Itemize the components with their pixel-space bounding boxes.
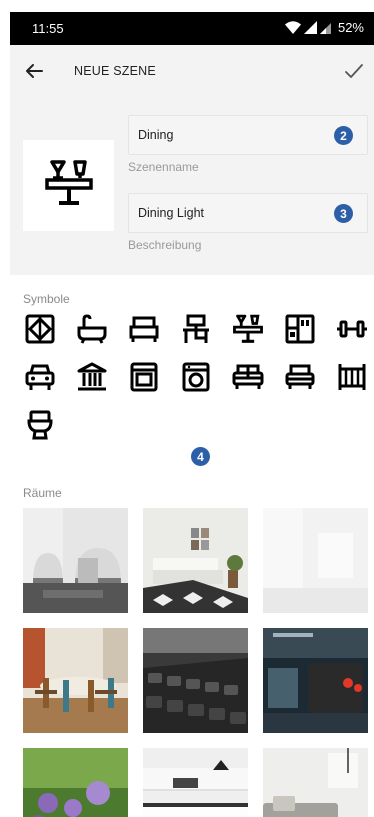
- symbol-kitchen-window[interactable]: [23, 314, 57, 348]
- room-image-hallway-arches[interactable]: [23, 508, 128, 613]
- sofa-icon: [232, 361, 264, 398]
- annotation-badge-4: 4: [191, 447, 210, 466]
- scene-header: Dining 2 Szenenname Dining Light 3 Besch…: [10, 97, 374, 275]
- room-image-garage-car[interactable]: [263, 628, 368, 733]
- toilet-icon: [24, 409, 56, 446]
- symbol-bathtub[interactable]: [75, 313, 109, 350]
- symbol-bed[interactable]: [127, 314, 161, 348]
- annotation-badge-2: 2: [334, 126, 353, 145]
- room-image-kitchen-white[interactable]: [143, 748, 248, 817]
- fridge-icon: [284, 313, 316, 350]
- confirm-button[interactable]: [342, 59, 366, 83]
- room-image-dining-room[interactable]: [23, 628, 128, 733]
- oven-icon: [128, 361, 160, 398]
- symbol-crib[interactable]: [335, 362, 369, 396]
- annotation-badge-3: 3: [334, 204, 353, 223]
- signal-icon: [303, 21, 317, 34]
- status-time: 11:55: [32, 21, 64, 36]
- bathtub-icon: [76, 313, 108, 350]
- building-icon: [76, 361, 108, 398]
- dining-table-icon: [232, 313, 264, 350]
- armchair-icon: [284, 361, 316, 398]
- symbol-washing-machine[interactable]: [179, 362, 213, 396]
- kitchen-window-icon: [24, 313, 56, 350]
- battery-level: 52%: [337, 20, 364, 35]
- room-image-bedroom-rug[interactable]: [143, 508, 248, 613]
- symbol-oven[interactable]: [127, 362, 161, 396]
- crib-icon: [336, 361, 368, 398]
- signal-secondary-icon: [319, 21, 331, 34]
- arrow-left-icon: [22, 64, 46, 87]
- symbol-dumbbell[interactable]: [335, 314, 369, 348]
- app-bar: NEUE SZENE: [10, 45, 374, 97]
- dining-table-icon: [43, 158, 95, 213]
- status-bar: 11:55 52%: [10, 12, 374, 45]
- symbol-sofa[interactable]: [231, 362, 265, 396]
- room-image-white-room[interactable]: [263, 508, 368, 613]
- bed-icon: [128, 313, 160, 350]
- symbol-toilet[interactable]: [23, 410, 57, 444]
- room-image-garden-flowers[interactable]: [23, 748, 128, 817]
- room-image-living-room-sofa[interactable]: [263, 748, 368, 817]
- scene-description-caption: Beschreibung: [128, 238, 202, 252]
- symbol-desk[interactable]: [179, 314, 213, 348]
- back-button[interactable]: [22, 59, 46, 83]
- symbol-dining-table[interactable]: [231, 314, 265, 348]
- symbol-fridge[interactable]: [283, 314, 317, 348]
- scene-name-value: Dining: [138, 128, 174, 142]
- dumbbell-icon: [336, 313, 368, 350]
- scene-symbol-preview[interactable]: [23, 140, 114, 231]
- symbol-armchair[interactable]: [283, 362, 317, 396]
- symbol-car[interactable]: [23, 362, 57, 396]
- desk-icon: [180, 313, 212, 350]
- room-image-gym-dumbbells[interactable]: [143, 628, 248, 733]
- scene-description-value: Dining Light: [138, 206, 205, 220]
- symbol-building[interactable]: [75, 362, 109, 396]
- page-title: NEUE SZENE: [74, 64, 156, 78]
- status-indicators: 52%: [284, 20, 364, 35]
- car-icon: [24, 361, 56, 398]
- checkmark-icon: [342, 64, 366, 87]
- wifi-icon: [284, 21, 301, 34]
- rooms-label: Räume: [23, 486, 62, 500]
- scene-description-field[interactable]: Dining Light 3: [128, 193, 368, 233]
- app-frame: 11:55 52% NEUE SZENE Dining 2 Szenenname…: [10, 0, 374, 817]
- scene-name-field[interactable]: Dining 2: [128, 115, 368, 155]
- washing-machine-icon: [180, 361, 212, 398]
- scene-name-caption: Szenenname: [128, 160, 199, 174]
- symbols-label: Symbole: [23, 292, 70, 306]
